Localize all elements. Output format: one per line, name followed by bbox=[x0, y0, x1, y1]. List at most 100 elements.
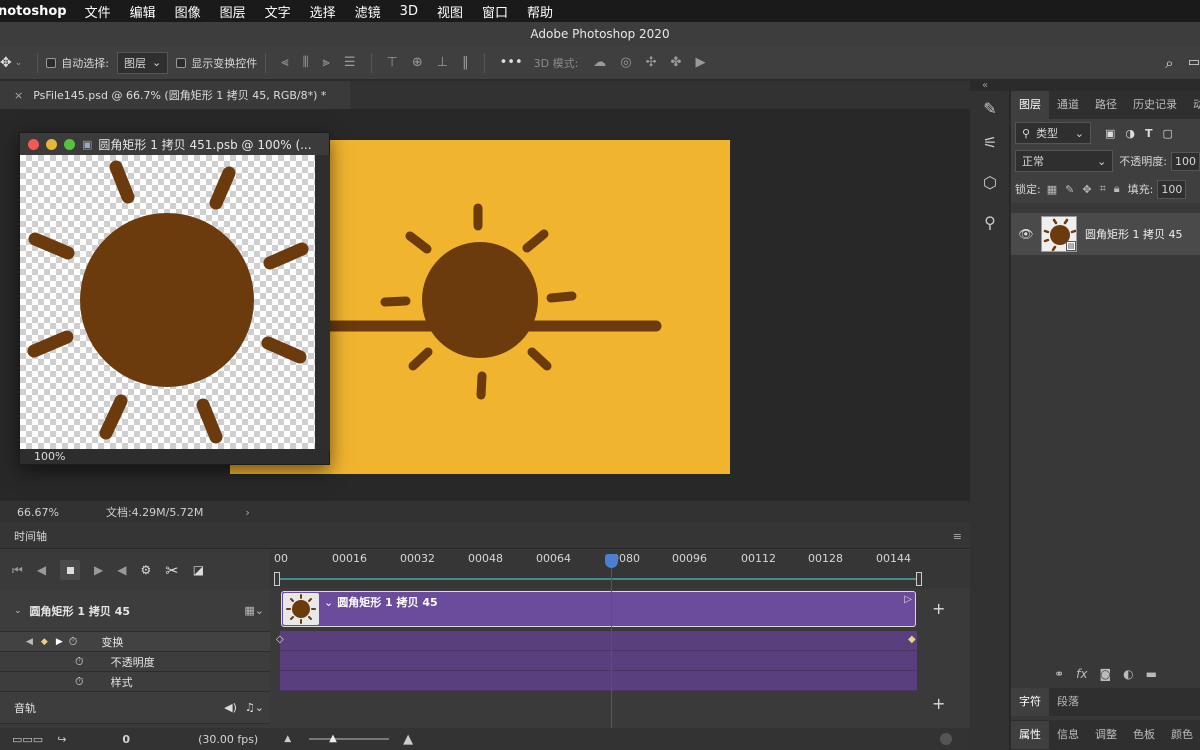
filter-type-icon[interactable]: T bbox=[1145, 127, 1153, 140]
align-top-icon[interactable]: ⊤ bbox=[387, 55, 398, 70]
add-mask-icon[interactable]: ◙ bbox=[1099, 667, 1111, 681]
tab-info[interactable]: 信息 bbox=[1049, 721, 1087, 749]
timeline-zoom-slider[interactable]: ▲ bbox=[309, 733, 390, 744]
show-transform-checkbox[interactable]: 显示变换控件 bbox=[176, 55, 257, 71]
stopwatch-icon[interactable]: ⏱ bbox=[69, 635, 78, 649]
layer-filter-dropdown[interactable]: ⚲ 类型 ⌄ bbox=[1015, 122, 1091, 144]
menu-view[interactable]: 视图 bbox=[437, 2, 463, 21]
speaker-icon[interactable]: ◀) bbox=[224, 701, 237, 714]
lock-all-icon[interactable]: 🔒︎ bbox=[1114, 182, 1120, 196]
more-options-icon[interactable]: ••• bbox=[500, 55, 523, 70]
status-menu-arrow-icon[interactable]: › bbox=[245, 506, 249, 519]
opacity-input[interactable]: 100 bbox=[1171, 151, 1200, 171]
visibility-eye-icon[interactable]: 👁︎ bbox=[1011, 227, 1041, 241]
previous-frame-icon[interactable]: ◀︎ bbox=[37, 563, 46, 577]
transform-row-header[interactable]: ◀ ◆ ▶ ⏱ 变换 bbox=[0, 632, 270, 652]
minimize-window-button[interactable] bbox=[46, 138, 57, 150]
search-icon[interactable]: ⌕ bbox=[1165, 54, 1173, 72]
next-frame-icon[interactable]: ▶︎ bbox=[94, 563, 103, 577]
next-keyframe-icon[interactable]: ▶ bbox=[56, 637, 63, 647]
transition-icon[interactable]: ◪ bbox=[193, 563, 204, 577]
zoom-level[interactable]: 66.67% bbox=[17, 506, 59, 519]
video-clip[interactable]: ⌄ 圆角矩形 1 拷贝 45 ▷ bbox=[281, 591, 916, 627]
menu-file[interactable]: 文件 bbox=[85, 2, 111, 21]
menu-type[interactable]: 文字 bbox=[265, 2, 291, 21]
libraries-icon[interactable]: ⚲ bbox=[970, 205, 1010, 239]
auto-select-checkbox[interactable]: 自动选择: bbox=[46, 55, 109, 71]
clip-end-handle[interactable]: ▷ bbox=[904, 594, 912, 605]
layer-name[interactable]: 圆角矩形 1 拷贝 45 bbox=[1085, 226, 1183, 242]
playhead-handle[interactable] bbox=[605, 554, 618, 568]
style-row-header[interactable]: ⏱ 样式 bbox=[0, 672, 270, 692]
menu-select[interactable]: 选择 bbox=[310, 2, 336, 21]
filter-pixel-icon[interactable]: ▣ bbox=[1105, 127, 1115, 140]
zoom-in-icon[interactable]: ▲ bbox=[403, 732, 413, 747]
panel-menu-icon[interactable]: ≡ bbox=[953, 530, 962, 543]
move-tool-icon[interactable]: ✥ bbox=[0, 55, 12, 71]
align-bottom-icon[interactable]: ⊥ bbox=[437, 55, 448, 70]
vertical-scrollbar[interactable] bbox=[315, 155, 330, 451]
timeline-title[interactable]: 时间轴 bbox=[14, 528, 47, 544]
collapse-panels-icon[interactable]: « bbox=[970, 81, 1000, 91]
zoom-out-icon[interactable]: ▲ bbox=[284, 734, 291, 744]
opacity-keyframe-row[interactable] bbox=[280, 651, 917, 671]
keyframe-diamond[interactable]: ◇ bbox=[276, 634, 284, 645]
3d-scale-icon[interactable]: ▶ bbox=[695, 55, 705, 70]
tab-adjustments[interactable]: 调整 bbox=[1087, 721, 1125, 749]
style-keyframe-row[interactable] bbox=[280, 671, 917, 691]
floating-window-titlebar[interactable]: ▣ 圆角矩形 1 拷贝 451.psb @ 100% (... bbox=[20, 133, 329, 155]
work-area-bar[interactable] bbox=[278, 578, 920, 580]
add-audio-button[interactable]: + bbox=[932, 694, 945, 713]
tab-layers[interactable]: 图层 bbox=[1011, 91, 1049, 119]
prev-keyframe-icon[interactable]: ◀ bbox=[26, 637, 33, 647]
audio-track-header[interactable]: 音轨 ◀) ♫⌄ bbox=[0, 692, 270, 724]
close-window-button[interactable] bbox=[28, 138, 39, 150]
render-video-icon[interactable]: ↪ bbox=[57, 733, 66, 746]
auto-select-dropdown[interactable]: 图层 ⌄ bbox=[117, 51, 169, 74]
add-media-button[interactable]: + bbox=[932, 599, 945, 618]
work-area-end-handle[interactable] bbox=[916, 572, 922, 586]
tab-character[interactable]: 字符 bbox=[1011, 688, 1049, 716]
distribute-horizontal-icon[interactable]: ‖ bbox=[462, 55, 469, 70]
stop-button[interactable] bbox=[60, 560, 81, 580]
go-to-first-frame-icon[interactable]: ⏮ bbox=[12, 563, 23, 578]
keyframe-diamond[interactable]: ◆ bbox=[908, 634, 916, 645]
time-ruler[interactable]: 00 00016 00032 00048 00064 00080 00096 0… bbox=[270, 550, 970, 588]
distribute-vertical-icon[interactable]: ☰ bbox=[344, 55, 356, 70]
document-tab[interactable]: × PsFile145.psd @ 66.7% (圆角矩形 1 拷贝 45, R… bbox=[0, 81, 350, 109]
menu-image[interactable]: 图像 bbox=[175, 2, 201, 21]
menu-layer[interactable]: 图层 bbox=[220, 2, 246, 21]
split-scissors-icon[interactable]: ✂ bbox=[165, 561, 178, 580]
audio-mute-icon[interactable]: ◀ bbox=[117, 563, 126, 577]
align-vcenter-icon[interactable]: ⊕ bbox=[412, 55, 423, 70]
opacity-row-header[interactable]: ⏱ 不透明度 bbox=[0, 652, 270, 672]
zoom-slider-thumb[interactable]: ▲ bbox=[329, 733, 337, 744]
menu-filter[interactable]: 滤镜 bbox=[355, 2, 381, 21]
expand-chevron-icon[interactable]: ⌄ bbox=[14, 606, 22, 616]
layer-track-header[interactable]: ⌄ 圆角矩形 1 拷贝 45 ▦⌄ bbox=[0, 590, 270, 632]
video-film-icon[interactable]: ▦⌄ bbox=[244, 604, 264, 617]
tab-color[interactable]: 颜色 bbox=[1163, 721, 1200, 749]
tab-paths[interactable]: 路径 bbox=[1087, 91, 1125, 119]
tab-history[interactable]: 历史记录 bbox=[1125, 91, 1185, 119]
fx-icon[interactable]: fx bbox=[1076, 667, 1087, 681]
3d-orbit-icon[interactable]: ☁ bbox=[593, 55, 606, 70]
tab-channels[interactable]: 通道 bbox=[1049, 91, 1087, 119]
tab-more[interactable]: 动 bbox=[1185, 91, 1200, 119]
lock-image-icon[interactable]: ✎ bbox=[1065, 183, 1074, 196]
3d-roll-icon[interactable]: ◎ bbox=[620, 55, 631, 70]
lock-position-icon[interactable]: ✥ bbox=[1082, 183, 1091, 196]
3d-pan-icon[interactable]: ✣ bbox=[646, 55, 657, 70]
frame-animation-icon[interactable]: ▭▭▭ bbox=[12, 733, 43, 746]
stopwatch-icon[interactable]: ⏱ bbox=[75, 675, 84, 689]
align-hcenter-icon[interactable]: ⫼ bbox=[303, 55, 309, 70]
3d-slide-icon[interactable]: ✤ bbox=[671, 55, 682, 70]
menu-window[interactable]: 窗口 bbox=[482, 2, 508, 21]
workspace-icon[interactable]: ▭ bbox=[1188, 55, 1200, 70]
music-note-icon[interactable]: ♫⌄ bbox=[245, 701, 264, 714]
link-layers-icon[interactable]: ⚭ bbox=[1054, 667, 1064, 681]
floating-document-window[interactable]: ▣ 圆角矩形 1 拷贝 451.psb @ 100% (... 100% bbox=[19, 132, 330, 465]
tab-swatches[interactable]: 色板 bbox=[1125, 721, 1163, 749]
transform-keyframe-row[interactable]: ◇ ◆ bbox=[276, 631, 917, 651]
tab-paragraph[interactable]: 段落 bbox=[1049, 688, 1087, 716]
